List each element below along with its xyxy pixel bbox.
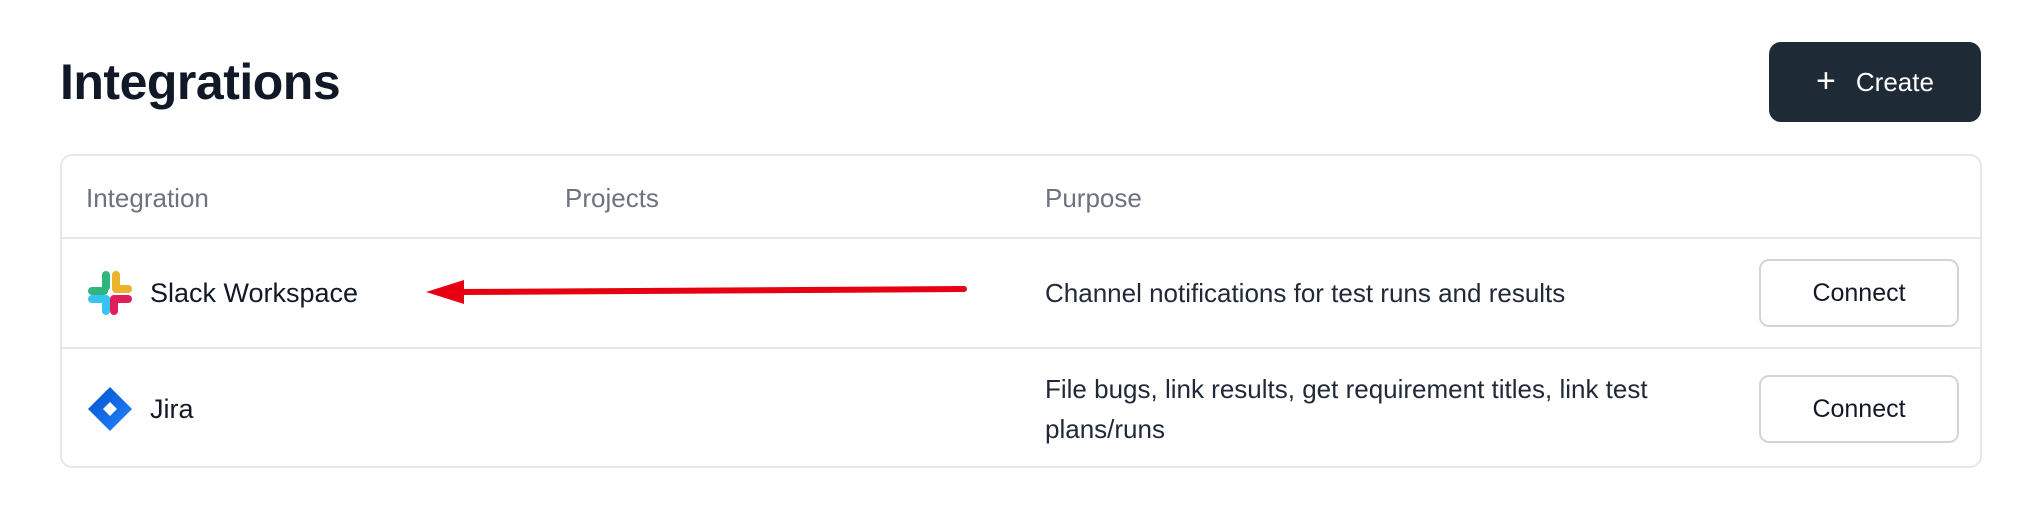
integration-name-cell: Jira [86,385,194,433]
connect-button-jira[interactable]: Connect [1759,375,1959,443]
jira-icon [86,385,134,433]
column-header-purpose: Purpose [1045,183,1142,213]
column-header-projects: Projects [565,183,659,213]
integration-name: Slack Workspace [150,277,359,308]
slack-icon [86,269,134,317]
integration-name: Jira [150,393,194,424]
integration-name-cell: Slack Workspace [86,269,358,317]
table-header-row: Integration Projects Purpose [62,156,1980,239]
integration-purpose: File bugs, link results, get requirement… [1045,374,1648,444]
connect-button-slack[interactable]: Connect [1759,259,1959,327]
table-row: Jira File bugs, link results, get requir… [62,349,1980,466]
create-button-label: Create [1855,66,1934,97]
plus-icon: + [1816,61,1836,100]
table-row: Slack Workspace Channel notifications fo… [62,239,1980,349]
column-header-integration: Integration [86,183,209,213]
annotation-arrow [426,280,967,304]
page-title: Integrations [60,54,341,110]
create-button[interactable]: + Create [1769,42,1981,122]
integrations-table: Integration Projects Purpose Slack Works… [60,154,1982,468]
integration-purpose: Channel notifications for test runs and … [1045,278,1566,308]
